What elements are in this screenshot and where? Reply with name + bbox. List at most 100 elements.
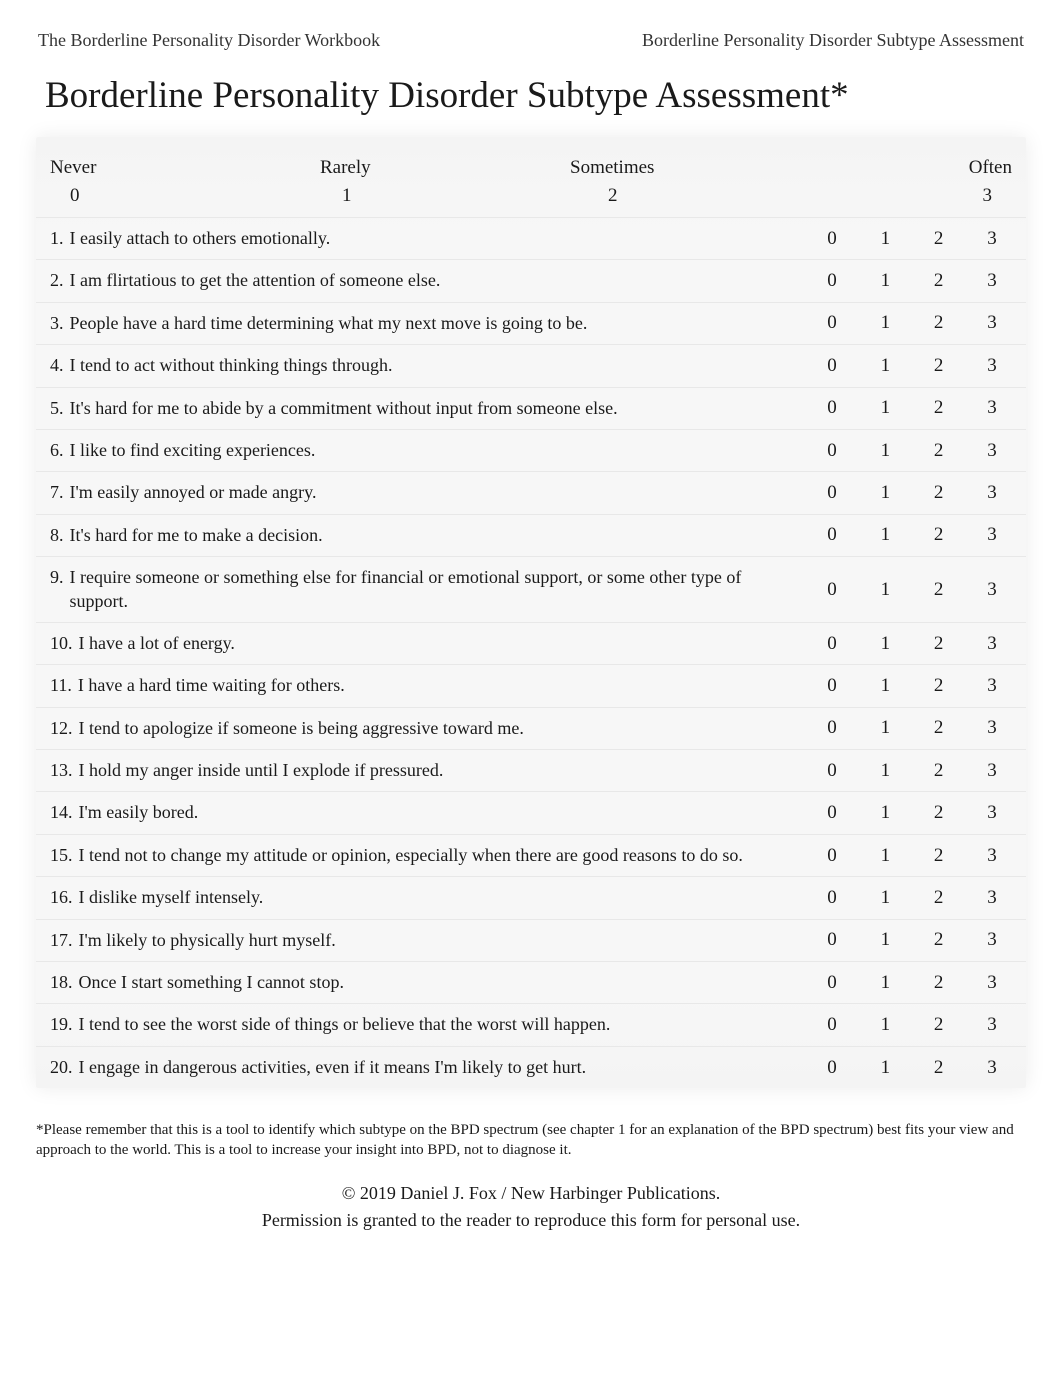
rating-option-3[interactable]: 3 <box>972 845 1012 867</box>
rating-option-3[interactable]: 3 <box>972 482 1012 504</box>
question-number: 6. <box>50 439 70 462</box>
question-body: People have a hard time determining what… <box>70 312 793 335</box>
scale-label-rarely: Rarely <box>320 157 570 179</box>
rating-option-2[interactable]: 2 <box>919 675 959 697</box>
rating-option-3[interactable]: 3 <box>972 717 1012 739</box>
question-number: 3. <box>50 312 70 335</box>
question-number: 15. <box>50 844 79 867</box>
question-options: 0123 <box>812 524 1012 546</box>
rating-option-2[interactable]: 2 <box>919 1014 959 1036</box>
rating-option-1[interactable]: 1 <box>865 524 905 546</box>
rating-option-0[interactable]: 0 <box>812 1014 852 1036</box>
question-number: 13. <box>50 759 79 782</box>
rating-option-2[interactable]: 2 <box>919 633 959 655</box>
question-body: Once I start something I cannot stop. <box>79 971 793 994</box>
rating-option-0[interactable]: 0 <box>812 972 852 994</box>
rating-option-0[interactable]: 0 <box>812 1057 852 1079</box>
rating-option-0[interactable]: 0 <box>812 845 852 867</box>
question-number: 19. <box>50 1013 79 1036</box>
rating-option-3[interactable]: 3 <box>972 802 1012 824</box>
rating-option-2[interactable]: 2 <box>919 1057 959 1079</box>
rating-option-0[interactable]: 0 <box>812 579 852 601</box>
rating-option-1[interactable]: 1 <box>865 1057 905 1079</box>
rating-option-1[interactable]: 1 <box>865 760 905 782</box>
rating-option-3[interactable]: 3 <box>972 440 1012 462</box>
rating-option-0[interactable]: 0 <box>812 228 852 250</box>
rating-option-1[interactable]: 1 <box>865 845 905 867</box>
question-options: 0123 <box>812 802 1012 824</box>
rating-option-1[interactable]: 1 <box>865 440 905 462</box>
rating-option-3[interactable]: 3 <box>972 675 1012 697</box>
rating-option-2[interactable]: 2 <box>919 482 959 504</box>
rating-option-2[interactable]: 2 <box>919 760 959 782</box>
rating-option-3[interactable]: 3 <box>972 397 1012 419</box>
rating-option-3[interactable]: 3 <box>972 633 1012 655</box>
rating-option-1[interactable]: 1 <box>865 312 905 334</box>
rating-option-2[interactable]: 2 <box>919 397 959 419</box>
rating-option-2[interactable]: 2 <box>919 579 959 601</box>
rating-option-1[interactable]: 1 <box>865 929 905 951</box>
rating-option-0[interactable]: 0 <box>812 633 852 655</box>
rating-option-0[interactable]: 0 <box>812 929 852 951</box>
question-text: 10.I have a lot of energy. <box>50 632 812 655</box>
rating-option-1[interactable]: 1 <box>865 802 905 824</box>
rating-option-3[interactable]: 3 <box>972 929 1012 951</box>
rating-option-1[interactable]: 1 <box>865 887 905 909</box>
rating-option-3[interactable]: 3 <box>972 270 1012 292</box>
rating-option-1[interactable]: 1 <box>865 972 905 994</box>
rating-option-1[interactable]: 1 <box>865 717 905 739</box>
rating-option-3[interactable]: 3 <box>972 579 1012 601</box>
rating-option-3[interactable]: 3 <box>972 312 1012 334</box>
rating-option-2[interactable]: 2 <box>919 972 959 994</box>
rating-option-0[interactable]: 0 <box>812 440 852 462</box>
question-options: 0123 <box>812 633 1012 655</box>
rating-option-1[interactable]: 1 <box>865 675 905 697</box>
rating-option-0[interactable]: 0 <box>812 675 852 697</box>
rating-option-1[interactable]: 1 <box>865 355 905 377</box>
rating-option-0[interactable]: 0 <box>812 717 852 739</box>
question-text: 17.I'm likely to physically hurt myself. <box>50 929 812 952</box>
rating-option-2[interactable]: 2 <box>919 717 959 739</box>
rating-option-2[interactable]: 2 <box>919 802 959 824</box>
rating-option-0[interactable]: 0 <box>812 397 852 419</box>
rating-option-3[interactable]: 3 <box>972 355 1012 377</box>
rating-option-0[interactable]: 0 <box>812 270 852 292</box>
rating-option-2[interactable]: 2 <box>919 312 959 334</box>
rating-option-3[interactable]: 3 <box>972 524 1012 546</box>
rating-option-0[interactable]: 0 <box>812 524 852 546</box>
document-header: The Borderline Personality Disorder Work… <box>0 0 1062 66</box>
rating-option-0[interactable]: 0 <box>812 802 852 824</box>
rating-option-1[interactable]: 1 <box>865 397 905 419</box>
rating-option-3[interactable]: 3 <box>972 228 1012 250</box>
rating-option-2[interactable]: 2 <box>919 440 959 462</box>
rating-option-0[interactable]: 0 <box>812 760 852 782</box>
rating-option-2[interactable]: 2 <box>919 887 959 909</box>
rating-option-1[interactable]: 1 <box>865 228 905 250</box>
rating-option-2[interactable]: 2 <box>919 929 959 951</box>
rating-option-2[interactable]: 2 <box>919 270 959 292</box>
rating-option-3[interactable]: 3 <box>972 972 1012 994</box>
rating-option-2[interactable]: 2 <box>919 524 959 546</box>
rating-option-0[interactable]: 0 <box>812 887 852 909</box>
question-row: 10.I have a lot of energy.0123 <box>36 622 1026 664</box>
rating-option-0[interactable]: 0 <box>812 355 852 377</box>
rating-option-1[interactable]: 1 <box>865 482 905 504</box>
question-text: 14.I'm easily bored. <box>50 801 812 824</box>
question-row: 7.I'm easily annoyed or made angry.0123 <box>36 471 1026 513</box>
rating-option-2[interactable]: 2 <box>919 228 959 250</box>
rating-option-1[interactable]: 1 <box>865 1014 905 1036</box>
rating-option-2[interactable]: 2 <box>919 355 959 377</box>
rating-option-0[interactable]: 0 <box>812 312 852 334</box>
assessment-container: Never Rarely Sometimes Often 0 1 2 3 1.I… <box>36 137 1026 1088</box>
rating-option-0[interactable]: 0 <box>812 482 852 504</box>
rating-option-1[interactable]: 1 <box>865 633 905 655</box>
rating-option-3[interactable]: 3 <box>972 760 1012 782</box>
rating-option-3[interactable]: 3 <box>972 1014 1012 1036</box>
rating-option-1[interactable]: 1 <box>865 270 905 292</box>
question-number: 1. <box>50 227 70 250</box>
question-text: 12.I tend to apologize if someone is bei… <box>50 717 812 740</box>
rating-option-3[interactable]: 3 <box>972 887 1012 909</box>
rating-option-3[interactable]: 3 <box>972 1057 1012 1079</box>
rating-option-1[interactable]: 1 <box>865 579 905 601</box>
rating-option-2[interactable]: 2 <box>919 845 959 867</box>
